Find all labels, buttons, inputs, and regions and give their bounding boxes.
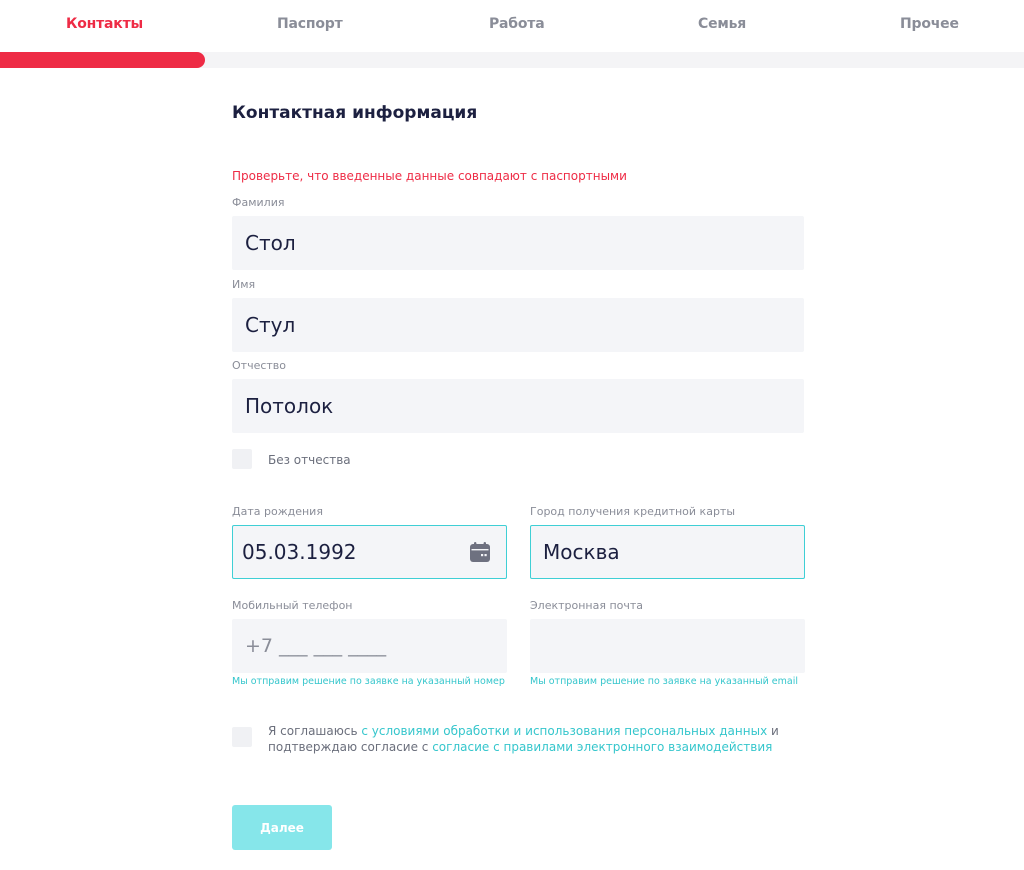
birth-date-value: 05.03.1992 bbox=[242, 540, 357, 564]
first-name-input[interactable]: Стул bbox=[232, 298, 804, 352]
phone-hint: Мы отправим решение по заявке на указанн… bbox=[232, 676, 505, 687]
progress-bar bbox=[0, 52, 1024, 68]
phone-label: Мобильный телефон bbox=[232, 599, 353, 612]
personal-data-terms-link[interactable]: с условиями обработки и использования пе… bbox=[361, 724, 767, 738]
patronymic-value: Потолок bbox=[245, 394, 334, 418]
tab-other[interactable]: Прочее bbox=[900, 16, 959, 32]
passport-warning: Проверьте, что введенные данные совпадаю… bbox=[232, 169, 627, 183]
tab-contacts[interactable]: Контакты bbox=[66, 16, 143, 32]
patronymic-input[interactable]: Потолок bbox=[232, 379, 804, 433]
page-title: Контактная информация bbox=[232, 103, 478, 123]
email-input[interactable] bbox=[530, 619, 805, 673]
last-name-input[interactable]: Стол bbox=[232, 216, 804, 270]
consent-checkbox[interactable] bbox=[232, 727, 252, 747]
next-button[interactable]: Далее bbox=[232, 805, 332, 850]
last-name-label: Фамилия bbox=[232, 196, 285, 209]
consent-text: Я соглашаюсь с условиями обработки и исп… bbox=[268, 723, 788, 755]
last-name-value: Стол bbox=[245, 231, 296, 255]
no-patronymic-label: Без отчества bbox=[268, 453, 351, 467]
calendar-icon[interactable] bbox=[469, 541, 491, 563]
tab-passport[interactable]: Паспорт bbox=[277, 16, 343, 32]
phone-input[interactable]: +7 ___ ___ ____ bbox=[232, 619, 507, 673]
patronymic-label: Отчество bbox=[232, 359, 287, 372]
step-tabs: Контакты Паспорт Работа Семья Прочее bbox=[0, 0, 1024, 52]
electronic-interaction-rules-link[interactable]: согласие с правилами электронного взаимо… bbox=[432, 740, 772, 754]
email-label: Электронная почта bbox=[530, 599, 644, 612]
tab-work[interactable]: Работа bbox=[489, 16, 545, 32]
no-patronymic-checkbox[interactable] bbox=[232, 449, 252, 469]
birth-date-input[interactable]: 05.03.1992 bbox=[232, 525, 507, 579]
phone-placeholder: +7 ___ ___ ____ bbox=[245, 635, 387, 657]
birth-date-label: Дата рождения bbox=[232, 505, 323, 518]
consent-prefix: Я соглашаюсь bbox=[268, 724, 362, 738]
city-label: Город получения кредитной карты bbox=[530, 505, 736, 518]
tab-family[interactable]: Семья bbox=[698, 16, 746, 32]
first-name-label: Имя bbox=[232, 278, 256, 291]
city-value: Москва bbox=[543, 540, 620, 564]
city-input[interactable]: Москва bbox=[530, 525, 805, 579]
email-hint: Мы отправим решение по заявке на указанн… bbox=[530, 676, 799, 687]
first-name-value: Стул bbox=[245, 313, 296, 337]
progress-bar-fill bbox=[0, 52, 205, 68]
